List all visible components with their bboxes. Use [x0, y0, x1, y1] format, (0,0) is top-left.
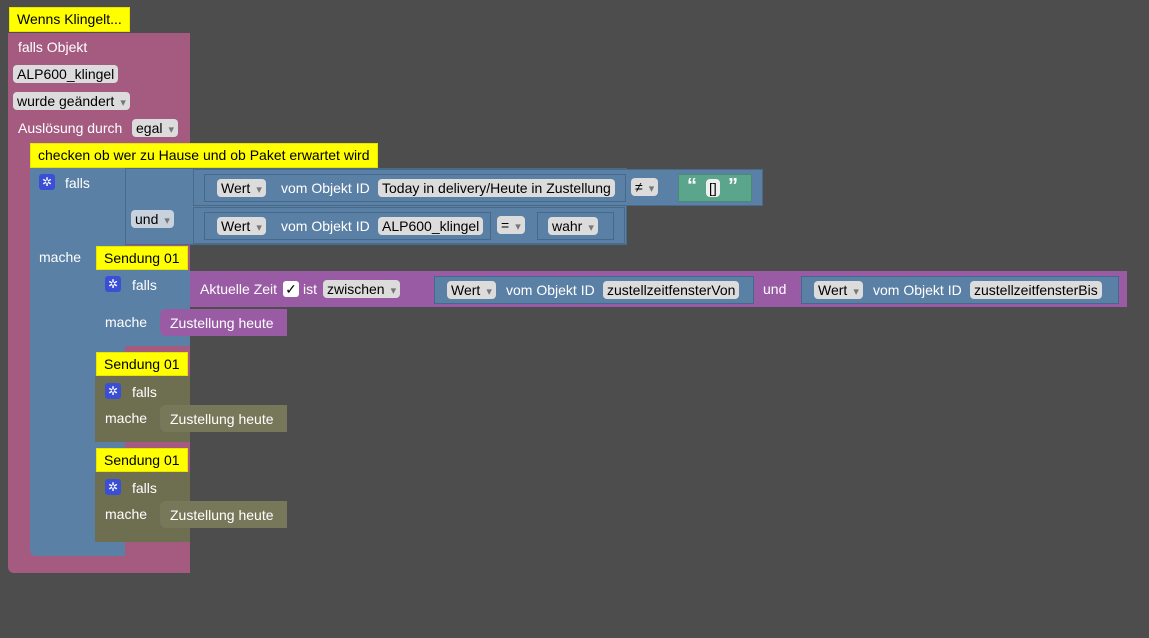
shipment-if-label: falls	[132, 277, 157, 293]
of-object-label: vom Objekt ID	[506, 282, 595, 298]
bool-value-dropdown[interactable]: wahr	[548, 217, 598, 235]
gear-icon[interactable]: ✲	[39, 174, 55, 190]
value-type-dropdown[interactable]: Wert	[447, 281, 496, 299]
compare-block-1[interactable]: Wert vom Objekt ID Today in delivery/Heu…	[193, 169, 763, 206]
time-checkbox[interactable]: ✓	[283, 281, 299, 297]
main-if-label: falls	[65, 175, 90, 191]
main-do-label: mache	[39, 249, 82, 265]
value-type-dropdown[interactable]: Wert	[217, 179, 266, 197]
of-object-label: vom Objekt ID	[281, 218, 370, 234]
trigger-by-label: Auslösung durch	[18, 120, 123, 136]
bool-block[interactable]: wahr	[537, 212, 614, 240]
time-is-label: ist	[303, 281, 317, 297]
shipment-do-label: mache	[105, 506, 148, 522]
get-value-block-1[interactable]: Wert vom Objekt ID Today in delivery/Heu…	[204, 174, 626, 202]
function-call-block-1[interactable]: Zustellung heute	[160, 309, 287, 336]
shipment-if-label: falls	[132, 384, 157, 400]
time-label: Aktuelle Zeit	[200, 281, 278, 297]
get-value-block-2[interactable]: Wert vom Objekt ID ALP600_klingel	[204, 212, 491, 240]
string-value-field[interactable]: []	[706, 179, 720, 197]
time-and-label: und	[763, 281, 787, 297]
trigger-object-id-field[interactable]: ALP600_klingel	[13, 65, 119, 83]
gear-icon[interactable]: ✲	[105, 479, 121, 495]
string-block[interactable]: “ [] ”	[678, 174, 752, 202]
gear-icon[interactable]: ✲	[105, 276, 121, 292]
shipment-comment-1[interactable]: Sendung 01	[96, 246, 188, 270]
value-type-dropdown[interactable]: Wert	[814, 281, 863, 299]
trigger-change-mode-dropdown[interactable]: wurde geändert	[13, 92, 130, 110]
function-call-block-3[interactable]: Zustellung heute	[160, 501, 287, 528]
time-mode-dropdown[interactable]: zwischen	[323, 280, 401, 298]
shipment-do-label: mache	[105, 410, 148, 426]
object-id-field[interactable]: zustellzeitfensterVon	[603, 281, 740, 299]
shipment-comment-2[interactable]: Sendung 01	[96, 352, 188, 376]
object-id-field[interactable]: zustellzeitfensterBis	[970, 281, 1102, 299]
trigger-header: falls Objekt	[18, 39, 88, 55]
compare-operator-dropdown[interactable]: =	[497, 216, 525, 234]
main-if-comment[interactable]: checken ob wer zu Hause und ob Paket erw…	[30, 143, 378, 168]
compare-block-2[interactable]: Wert vom Objekt ID ALP600_klingel = wahr	[193, 207, 625, 244]
get-value-to-block[interactable]: Wert vom Objekt ID zustellzeitfensterBis	[801, 276, 1119, 304]
quote-open: “	[687, 175, 697, 197]
function-call-label: Zustellung heute	[170, 315, 274, 331]
function-call-label: Zustellung heute	[170, 411, 274, 427]
trigger-by-dropdown[interactable]: egal	[132, 119, 179, 137]
value-type-dropdown[interactable]: Wert	[217, 217, 266, 235]
quote-close: ”	[728, 175, 738, 197]
shipment-if-label: falls	[132, 480, 157, 496]
get-value-from-block[interactable]: Wert vom Objekt ID zustellzeitfensterVon	[434, 276, 754, 304]
of-object-label: vom Objekt ID	[281, 180, 370, 196]
gear-icon[interactable]: ✲	[105, 383, 121, 399]
logic-operator-dropdown[interactable]: und	[131, 210, 174, 228]
function-call-block-2[interactable]: Zustellung heute	[160, 405, 287, 432]
trigger-comment[interactable]: Wenns Klingelt...	[9, 7, 130, 32]
object-id-field[interactable]: ALP600_klingel	[378, 217, 484, 235]
shipment-do-label: mache	[105, 314, 148, 330]
function-call-label: Zustellung heute	[170, 507, 274, 523]
of-object-label: vom Objekt ID	[873, 282, 962, 298]
object-id-field[interactable]: Today in delivery/Heute in Zustellung	[378, 179, 615, 197]
time-compare-block[interactable]: Aktuelle Zeit ✓ ist zwischen Wert vom Ob…	[190, 271, 1127, 307]
compare-operator-dropdown[interactable]: ≠	[631, 178, 659, 196]
shipment-comment-3[interactable]: Sendung 01	[96, 448, 188, 472]
